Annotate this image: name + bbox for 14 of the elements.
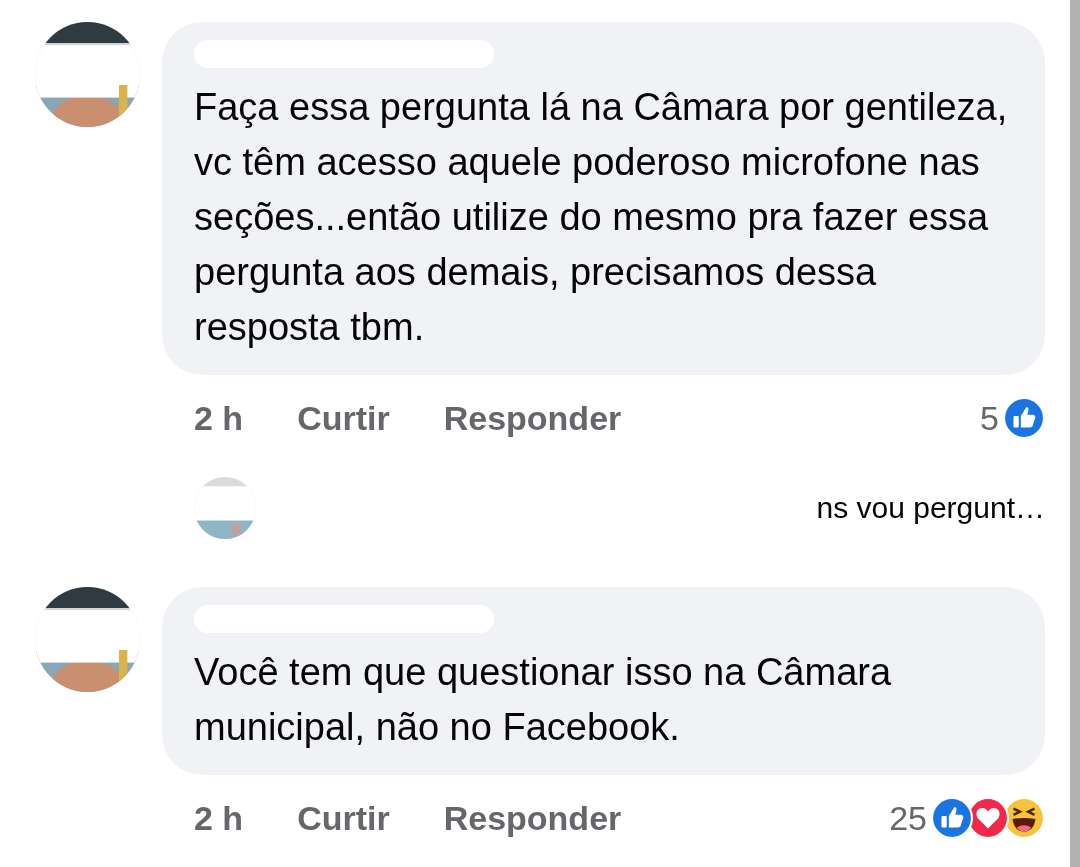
like-link[interactable]: Curtir — [297, 398, 390, 438]
like-reaction-icon — [931, 797, 973, 839]
reaction-count: 5 — [980, 398, 999, 438]
comment-time: 2 h — [194, 798, 244, 838]
reaction-count: 25 — [889, 798, 927, 838]
scrollbar[interactable] — [1070, 0, 1080, 867]
comment-time: 2 h — [194, 398, 244, 438]
like-link[interactable]: Curtir — [297, 798, 390, 838]
reply-link[interactable]: Responder — [443, 798, 622, 838]
reply-preview-text[interactable]: ns vou pergunt… — [816, 491, 1045, 525]
comment-text: Você tem que questionar isso na Câmara municipal, não no Facebook. — [194, 650, 893, 750]
like-reaction-icon — [1003, 397, 1045, 439]
reply-link[interactable]: Responder — [443, 398, 622, 438]
comment-text: Faça essa pergunta lá na Câmara por gentileza, vc têm acesso aquele poderoso microfone nas seções...então utilize do mesmo pra fazer essa pergunta aos demais, precisamos dessa resposta tbm. — [194, 85, 1009, 350]
